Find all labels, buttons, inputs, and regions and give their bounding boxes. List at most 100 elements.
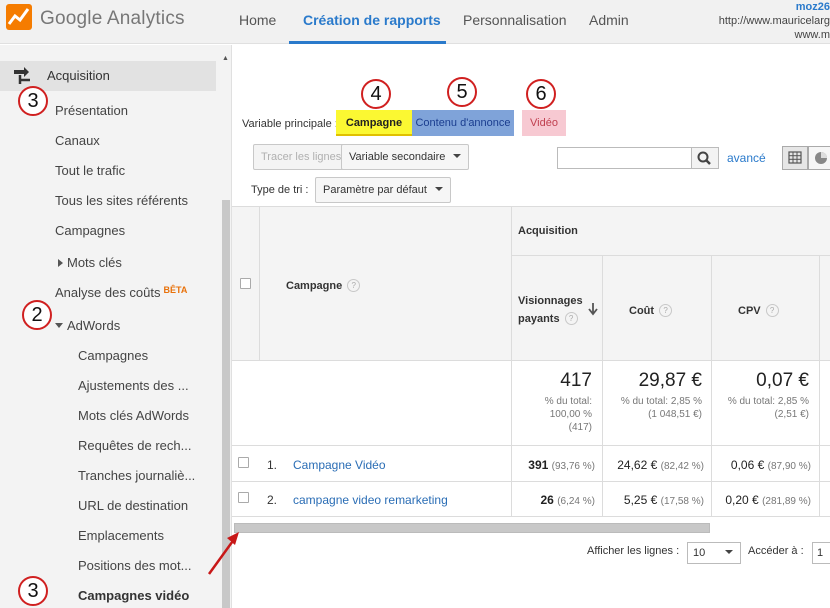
row-checkbox[interactable] <box>238 457 249 468</box>
sidebar-item-keywords[interactable]: Mots clés <box>58 255 122 270</box>
table-border <box>232 206 830 207</box>
sidebar-item-label: Analyse des coûts <box>55 285 161 300</box>
dimension-tab-ad-content[interactable]: Contenu d'annonce <box>412 110 514 136</box>
cell-pct: (82,42 %) <box>660 461 704 472</box>
goto-page-input[interactable]: 1 <box>812 542 830 564</box>
paid-views-cell: 391 (93,76 %) <box>512 458 595 472</box>
sidebar-item-adwords[interactable]: AdWords <box>55 318 120 333</box>
table-search-input[interactable] <box>557 147 692 169</box>
nav-tab-customization[interactable]: Personnalisation <box>463 12 567 28</box>
sort-type-label: Type de tri : <box>251 184 309 196</box>
cell-value: 5,25 € <box>623 493 658 507</box>
annotation-marker: 3 <box>18 576 48 606</box>
chevron-down-icon <box>55 323 63 328</box>
chevron-right-icon <box>58 259 63 267</box>
sidebar-item-placements[interactable]: Emplacements <box>78 528 164 543</box>
total-abs-value: (1 048,51 €) <box>648 409 702 420</box>
goto-page-label: Accéder à : <box>748 545 804 557</box>
annotation-marker: 3 <box>18 86 48 116</box>
table-divider <box>232 481 830 482</box>
acquisition-icon <box>14 67 30 84</box>
search-button[interactable] <box>691 147 719 169</box>
cell-value: 26 <box>540 493 554 507</box>
help-icon[interactable]: ? <box>659 304 673 317</box>
dimension-tab-video[interactable]: Vidéo <box>522 110 566 136</box>
active-tab-indicator <box>289 41 446 44</box>
column-header-cost[interactable]: Coût? <box>629 304 673 317</box>
cell-value: 0,20 € <box>725 493 759 507</box>
horizontal-scrollbar[interactable] <box>234 523 710 533</box>
scroll-up-icon[interactable]: ▲ <box>222 55 229 62</box>
cell-pct: (281,89 %) <box>762 496 811 507</box>
campaign-link[interactable]: campagne video remarketing <box>293 493 448 507</box>
help-icon[interactable]: ? <box>765 304 779 317</box>
column-header-label: CPV <box>738 305 761 317</box>
analytics-logo-icon[interactable] <box>6 4 32 30</box>
column-header-cpv[interactable]: CPV? <box>738 304 779 317</box>
sidebar-item-adwords-keywords[interactable]: Mots clés AdWords <box>78 408 189 423</box>
nav-tab-admin[interactable]: Admin <box>589 12 629 28</box>
account-property: www.m <box>794 29 830 41</box>
annotation-marker: 5 <box>447 77 477 107</box>
sidebar-item-cost-analysis[interactable]: Analyse des coûts BÊTA <box>55 285 187 300</box>
cell-pct: (17,58 %) <box>660 496 704 507</box>
sidebar-item-all-traffic[interactable]: Tout le trafic <box>55 163 125 178</box>
main-content: Variable principale : Campagne Contenu d… <box>232 45 830 608</box>
beta-badge: BÊTA <box>163 285 188 295</box>
cell-pct: (6,24 %) <box>557 496 595 507</box>
dimension-tab-campaign[interactable]: Campagne <box>336 110 412 136</box>
secondary-dimension-label: Variable secondaire <box>349 151 446 163</box>
column-header-label: Campagne <box>286 280 343 292</box>
column-header-campaign[interactable]: Campagne? <box>286 279 361 292</box>
advanced-filter-link[interactable]: avancé <box>727 151 766 165</box>
cpv-cell: 0,20 € (281,89 %) <box>712 493 811 507</box>
sidebar-item-destination-urls[interactable]: URL de destination <box>78 498 188 513</box>
table-view-button[interactable] <box>782 146 808 170</box>
sidebar-item-channels[interactable]: Canaux <box>55 133 100 148</box>
table-divider <box>232 445 830 446</box>
nav-tab-reporting[interactable]: Création de rapports <box>303 12 441 28</box>
secondary-dimension-dropdown[interactable]: Variable secondaire <box>341 144 470 170</box>
account-url: http://www.mauricelarg <box>718 15 830 27</box>
total-paid-views: 417 <box>560 370 592 391</box>
sidebar-section-label: Acquisition <box>47 68 110 83</box>
help-icon[interactable]: ? <box>564 312 578 325</box>
total-abs-value: (417) <box>568 422 592 433</box>
nav-tab-home[interactable]: Home <box>239 12 276 28</box>
row-checkbox[interactable] <box>238 492 249 503</box>
sidebar-item-campaigns[interactable]: Campagnes <box>55 223 125 238</box>
brand-name[interactable]: Google Analytics <box>40 8 185 30</box>
sidebar-item-search-queries[interactable]: Requêtes de rech... <box>78 438 191 453</box>
account-user: moz26 <box>795 1 830 13</box>
sidebar-item-keyword-positions[interactable]: Positions des mot... <box>78 558 191 573</box>
pie-chart-icon <box>815 152 827 164</box>
campaign-link[interactable]: Campagne Vidéo <box>293 458 386 472</box>
sidebar-item-hour-of-day[interactable]: Tranches journaliè... <box>78 468 195 483</box>
plot-rows-button[interactable]: Tracer les lignes <box>253 144 350 170</box>
account-info[interactable]: moz26 http://www.mauricelarg www.m <box>712 0 830 42</box>
paid-views-cell: 26 (6,24 %) <box>512 493 596 507</box>
total-pct-label: % du total: <box>544 396 592 407</box>
sidebar-item-bid-adjustments[interactable]: Ajustements des ... <box>78 378 189 393</box>
cell-value: 391 <box>528 458 549 472</box>
sidebar-item-all-referrals[interactable]: Tous les sites référents <box>55 193 188 208</box>
row-number: 1. <box>267 458 278 472</box>
sort-type-value: Paramètre par défaut <box>323 184 427 196</box>
cpv-cell: 0,06 € (87,90 %) <box>712 458 811 472</box>
sort-type-dropdown[interactable]: Paramètre par défaut <box>315 177 451 203</box>
sort-arrow-down-icon[interactable] <box>588 302 598 316</box>
help-icon[interactable]: ? <box>347 279 361 292</box>
sidebar-item-video-campaigns[interactable]: Campagnes vidéo <box>78 588 189 603</box>
row-number: 2. <box>267 493 278 507</box>
sidebar-item-adwords-campaigns[interactable]: Campagnes <box>78 348 148 363</box>
sidebar-item-overview[interactable]: Présentation <box>55 103 128 118</box>
pie-view-button[interactable] <box>808 146 830 170</box>
primary-dimension-label: Variable principale : <box>242 118 338 130</box>
search-icon <box>697 151 711 165</box>
total-abs-value: (2,51 €) <box>774 409 809 420</box>
annotation-marker: 2 <box>22 300 52 330</box>
rows-per-page-select[interactable]: 10 <box>687 542 741 564</box>
total-pct-label: % du total: 2,85 % <box>727 396 809 407</box>
select-all-checkbox[interactable] <box>240 278 251 289</box>
column-header-paid-views[interactable]: Visionnages payants? <box>518 292 598 328</box>
